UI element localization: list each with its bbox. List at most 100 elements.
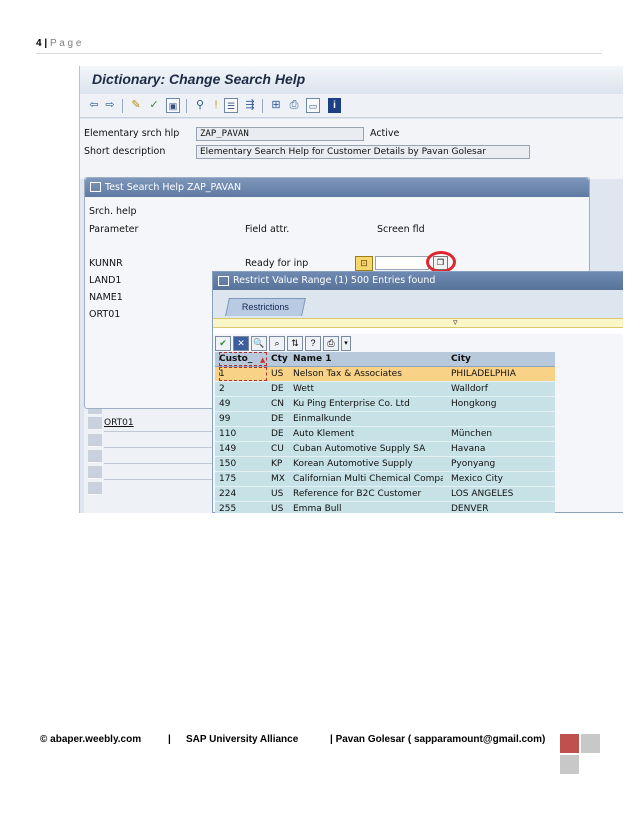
cell-name: Korean Automotive Supply xyxy=(293,459,413,469)
table-row[interactable]: 110 DE Auto Klement München xyxy=(215,427,555,442)
cell-customer: 110 xyxy=(219,429,237,439)
param-kunnr: KUNNR xyxy=(89,258,123,269)
cell-name: Auto Klement xyxy=(293,429,355,439)
column-header-name[interactable]: Name 1 xyxy=(293,352,443,366)
table-row[interactable]: 175 MX Californian Multi Chemical Compan… xyxy=(215,472,555,487)
display-change-icon[interactable]: ✎ xyxy=(130,98,142,113)
page-word: P a g e xyxy=(49,38,82,49)
table-divider xyxy=(104,463,212,464)
header-rule xyxy=(36,53,602,54)
print-icon[interactable]: ⎙ xyxy=(323,336,339,351)
cell-name: Emma Bull xyxy=(293,504,342,513)
cell-country: DE xyxy=(271,384,284,394)
screen-title: Dictionary: Change Search Help xyxy=(92,71,306,87)
cell-city: PHILADELPHIA xyxy=(451,369,516,379)
where-used-icon[interactable]: ⚲ xyxy=(194,98,206,113)
cancel-icon[interactable]: ✕ xyxy=(233,336,249,351)
navigation-icon[interactable]: ⇶ xyxy=(244,98,256,113)
check-icon[interactable]: ✓ xyxy=(148,98,160,113)
find-next-icon[interactable]: ⌕ xyxy=(269,336,285,351)
ready-for-input-text: Ready for inp xyxy=(245,258,309,269)
sort-indicator-icon: ▲ xyxy=(260,356,266,364)
table-row[interactable]: 1 US Nelson Tax & Associates PHILADELPHI… xyxy=(215,367,555,382)
grid-toolbar: ✔ ✕ 🔍 ⌕ ⇅ ? ⎙ ▾ xyxy=(215,336,363,352)
cell-country: US xyxy=(271,489,284,499)
cell-customer: 255 xyxy=(219,504,237,513)
column-header-city[interactable]: City xyxy=(451,352,555,366)
forward-arrow-icon[interactable]: ⇨ xyxy=(104,98,116,113)
header-form: Elementary srch hlp ZAP_PAVAN Active Sho… xyxy=(80,119,623,179)
cell-country: CU xyxy=(271,444,284,454)
toolbar-separator xyxy=(122,99,123,113)
cell-country: KP xyxy=(271,459,283,469)
toolbar-separator xyxy=(186,99,187,113)
cell-customer: 2 xyxy=(219,384,225,394)
kunnr-screen-field[interactable] xyxy=(375,256,429,270)
table-row[interactable]: 149 CU Cuban Automotive Supply SA Havana xyxy=(215,442,555,457)
test-icon[interactable]: ! xyxy=(212,98,220,113)
table-row[interactable]: 150 KP Korean Automotive Supply Pyonyang xyxy=(215,457,555,472)
row-selector[interactable] xyxy=(88,466,102,479)
find-icon[interactable]: 🔍 xyxy=(251,336,267,351)
table-row[interactable]: 255 US Emma Bull DENVER xyxy=(215,502,555,513)
row-selector[interactable] xyxy=(88,450,102,463)
table-row[interactable]: 99 DE Einmalkunde xyxy=(215,412,555,427)
cell-city: Mexico City xyxy=(451,474,503,484)
dialog-title: Restrict Value Range (1) 500 Entries fou… xyxy=(233,275,436,286)
screen-fld-header: Screen fld xyxy=(377,224,425,235)
cell-customer: 99 xyxy=(219,414,231,424)
restriction-toggle-bar[interactable]: ▿ xyxy=(213,317,623,328)
dialog-icon xyxy=(90,182,101,192)
object-list-icon[interactable]: ☰ xyxy=(224,98,238,113)
sort-icon[interactable]: ⇅ xyxy=(287,336,303,351)
status-text: Active xyxy=(370,128,400,139)
cell-customer: 149 xyxy=(219,444,237,454)
cell-name: Nelson Tax & Associates xyxy=(293,369,402,379)
window-icon[interactable]: ▭ xyxy=(306,98,320,113)
cell-country: CN xyxy=(271,399,285,409)
activate-icon[interactable]: ▣ xyxy=(166,98,180,113)
cell-city: Hongkong xyxy=(451,399,497,409)
bg-table-cell[interactable]: ORT01 xyxy=(104,418,134,428)
dialog-title-bar: Restrict Value Range (1) 500 Entries fou… xyxy=(213,272,623,290)
column-header-country[interactable]: Cty xyxy=(271,352,291,366)
cell-country: US xyxy=(271,369,284,379)
cell-name: Californian Multi Chemical Company xyxy=(293,474,443,484)
cell-country: MX xyxy=(271,474,285,484)
help-icon[interactable]: ? xyxy=(305,336,321,351)
srch-help-label: Srch. help xyxy=(89,206,137,217)
short-desc-label: Short description xyxy=(84,146,166,157)
back-arrow-icon[interactable]: ⇦ xyxy=(88,98,100,113)
grid-header-row: Custo_ ▲ Cty Name 1 City xyxy=(215,352,555,367)
table-row[interactable]: 49 CN Ku Ping Enterprise Co. Ltd Hongkon… xyxy=(215,397,555,412)
cell-city: Havana xyxy=(451,444,486,454)
srch-hlp-label: Elementary srch hlp xyxy=(84,128,180,139)
print-icon[interactable]: ⎙ xyxy=(288,98,300,113)
parameter-header: Parameter xyxy=(89,224,139,235)
toolbar-separator xyxy=(262,99,263,113)
row-selector[interactable] xyxy=(88,417,102,430)
table-row[interactable]: 2 DE Wett Walldorf xyxy=(215,382,555,397)
filter-icon[interactable]: ▿ xyxy=(453,317,458,328)
chevron-down-icon[interactable]: ▾ xyxy=(341,336,351,351)
table-divider xyxy=(104,431,212,432)
cell-customer: 150 xyxy=(219,459,237,469)
info-icon[interactable]: i xyxy=(328,98,341,113)
row-selector[interactable] xyxy=(88,482,102,495)
spacer xyxy=(213,328,623,334)
srch-hlp-field[interactable]: ZAP_PAVAN xyxy=(196,127,364,141)
footer-alliance: SAP University Alliance xyxy=(186,734,299,745)
cell-country: DE xyxy=(271,429,284,439)
page-number: 4 xyxy=(36,38,42,49)
row-selector[interactable] xyxy=(88,434,102,447)
confirm-icon[interactable]: ✔ xyxy=(215,336,231,351)
footer-separator: | xyxy=(168,734,171,745)
field-attr-header: Field attr. xyxy=(245,224,290,235)
hierarchy-icon[interactable]: ⊞ xyxy=(270,98,282,113)
tab-label: Restrictions xyxy=(241,302,289,312)
tab-restrictions[interactable]: Restrictions xyxy=(225,298,306,316)
short-desc-field[interactable]: Elementary Search Help for Customer Deta… xyxy=(196,145,530,159)
attribute-toggle-icon[interactable]: ⊡ xyxy=(355,256,373,271)
table-row[interactable]: 224 US Reference for B2C Customer LOS AN… xyxy=(215,487,555,502)
cell-customer: 224 xyxy=(219,489,237,499)
